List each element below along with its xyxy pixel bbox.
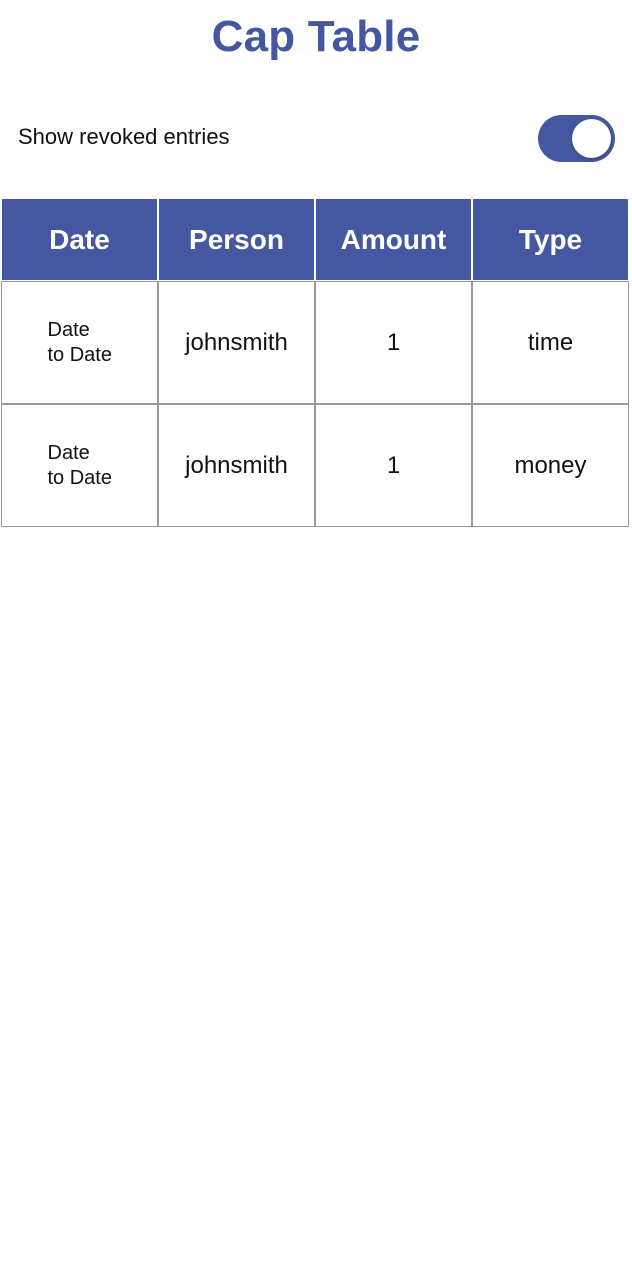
column-header-date: Date xyxy=(1,198,158,281)
amount-cell: 1 xyxy=(315,404,472,527)
person-cell: johnsmith xyxy=(158,281,315,404)
type-cell: money xyxy=(472,404,629,527)
show-revoked-toggle[interactable] xyxy=(538,115,615,162)
column-header-type: Type xyxy=(472,198,629,281)
amount-cell: 1 xyxy=(315,281,472,404)
cap-table: Date Person Amount Type Date to Date joh… xyxy=(1,198,629,527)
date-cell: Date to Date xyxy=(1,281,158,404)
revoked-toggle-label: Show revoked entries xyxy=(18,124,230,149)
page-title: Cap Table xyxy=(211,12,421,61)
cap-table-screen: Cap Table Show revoked entries Date Pers… xyxy=(0,0,632,1262)
date-start: Date xyxy=(47,318,90,341)
toggle-knob xyxy=(572,119,611,158)
date-end: to Date xyxy=(47,466,112,489)
person-cell: johnsmith xyxy=(158,404,315,527)
date-cell: Date to Date xyxy=(1,404,158,527)
date-start: Date xyxy=(47,441,90,464)
revoked-filter-row: Show revoked entries xyxy=(0,112,632,166)
column-header-person: Person xyxy=(158,198,315,281)
table-row[interactable]: Date to Date johnsmith 1 money xyxy=(1,404,629,527)
column-header-amount: Amount xyxy=(315,198,472,281)
table-row[interactable]: Date to Date johnsmith 1 time xyxy=(1,281,629,404)
date-end: to Date xyxy=(47,343,112,366)
table-header-row: Date Person Amount Type xyxy=(1,198,629,281)
type-cell: time xyxy=(472,281,629,404)
